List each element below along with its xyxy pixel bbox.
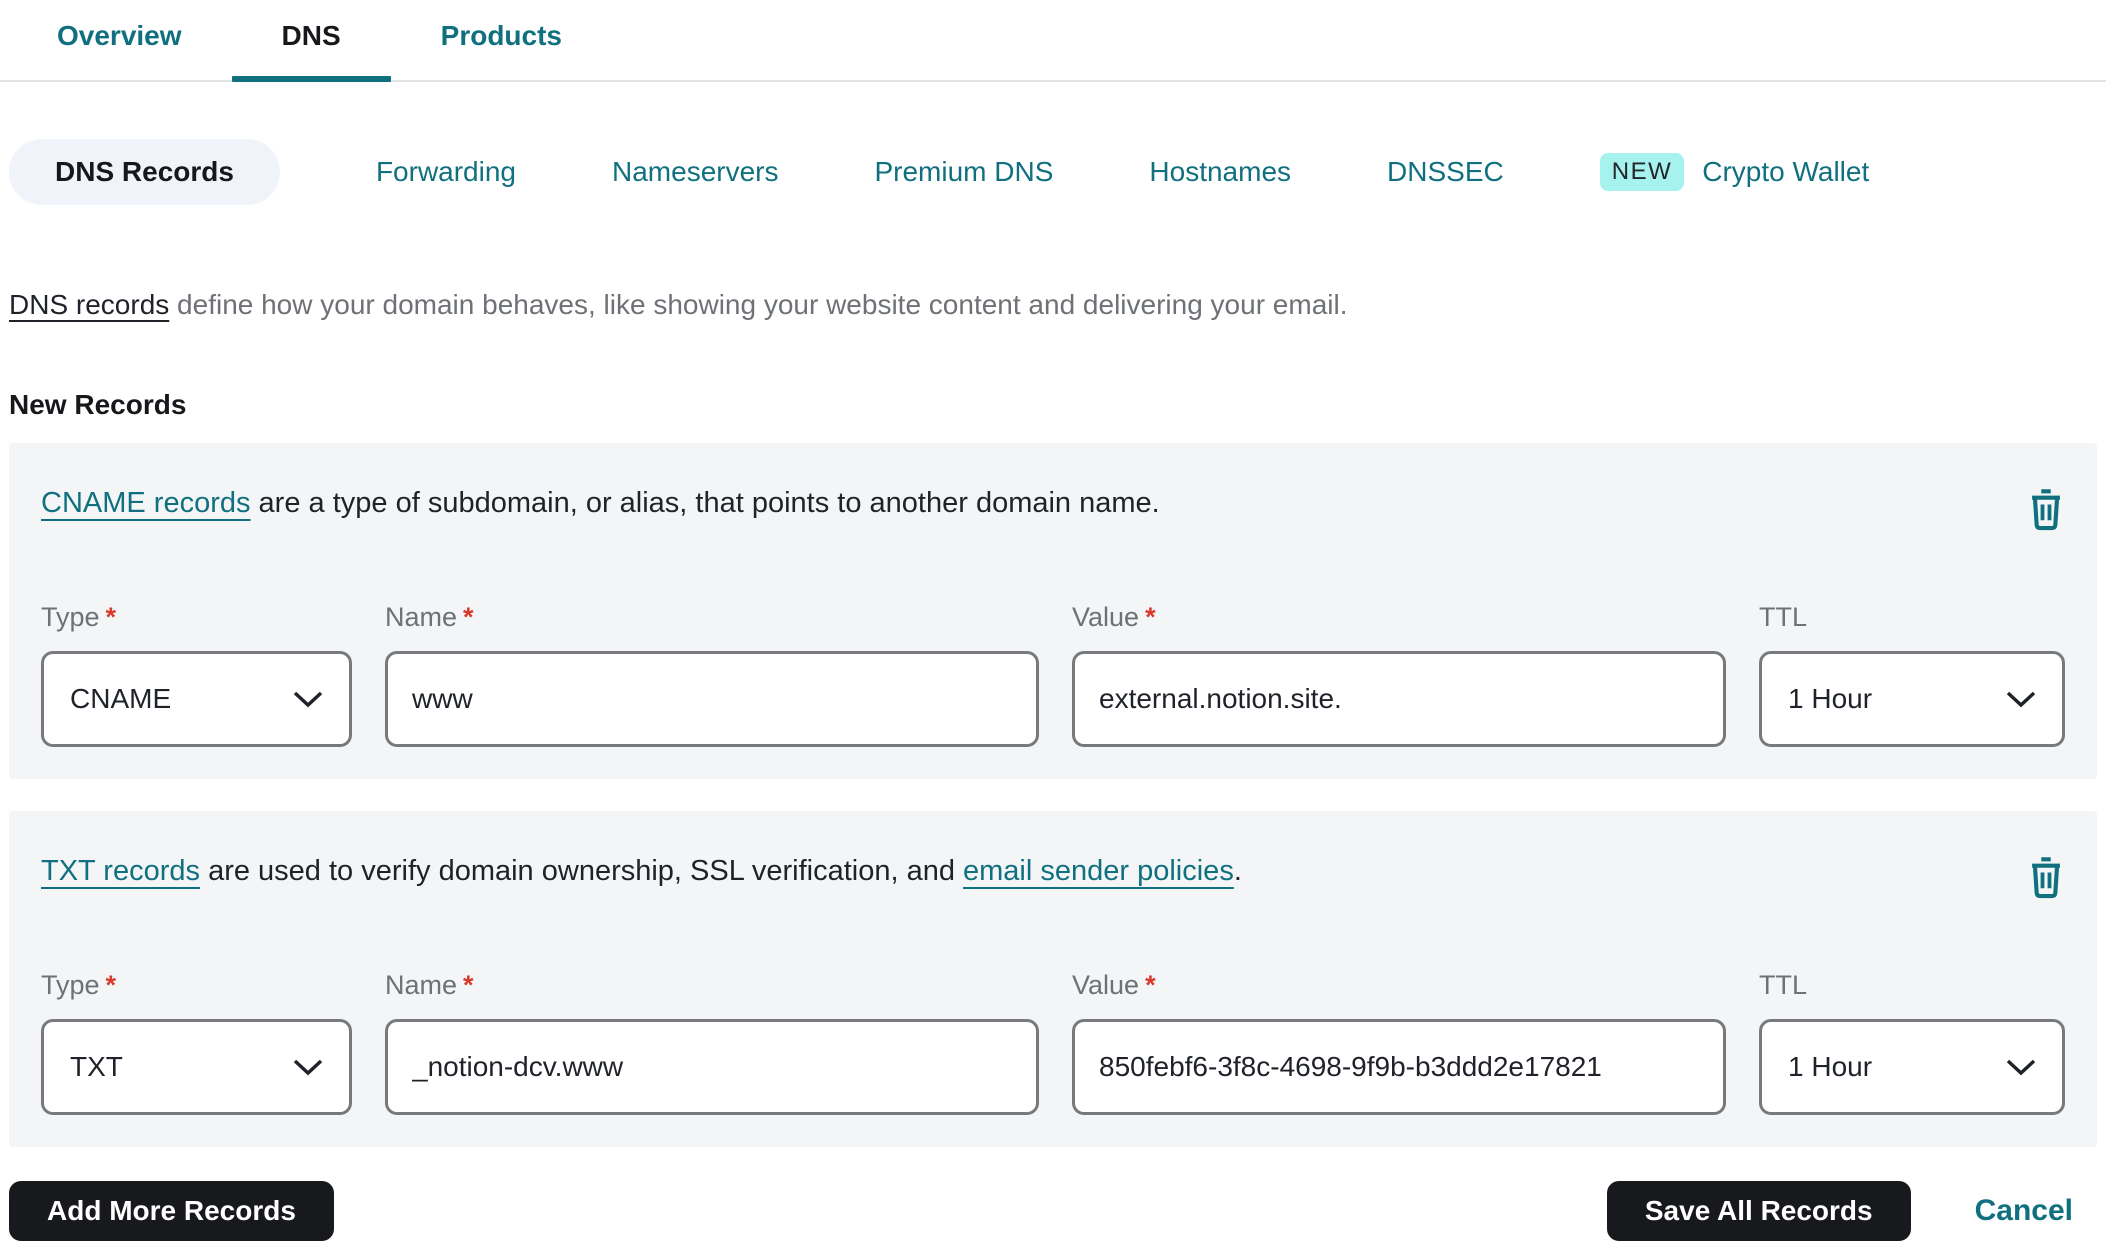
required-asterisk: * xyxy=(1145,602,1156,632)
delete-cname-record-button[interactable] xyxy=(2027,487,2065,536)
chevron-down-icon xyxy=(2006,691,2036,707)
txt-desc-text: are used to verify domain ownership, SSL… xyxy=(200,855,964,887)
cname-ttl-select[interactable]: 1 Hour xyxy=(1759,651,2065,747)
trash-icon xyxy=(2032,489,2060,531)
delete-txt-record-button[interactable] xyxy=(2027,855,2065,904)
chevron-down-icon xyxy=(293,691,323,707)
dns-records-link[interactable]: DNS records xyxy=(9,289,169,320)
required-asterisk: * xyxy=(105,602,117,632)
subtab-dns-records[interactable]: DNS Records xyxy=(9,139,280,205)
dns-intro: DNS records define how your domain behav… xyxy=(9,289,2106,321)
txt-ttl-select[interactable]: 1 Hour xyxy=(1759,1019,2065,1115)
ttl-label: TTL xyxy=(1759,602,1808,632)
required-asterisk: * xyxy=(105,970,117,1000)
save-all-records-button[interactable]: Save All Records xyxy=(1606,1181,1911,1241)
type-label: Type * xyxy=(41,970,117,1000)
value-label: Value * xyxy=(1072,970,1156,1000)
subtab-dnssec[interactable]: DNSSEC xyxy=(1387,156,1504,188)
type-label: Type * xyxy=(41,602,117,632)
txt-ttl-value: 1 Hour xyxy=(1788,1051,1873,1082)
tab-overview[interactable]: Overview xyxy=(7,22,232,80)
txt-records-link[interactable]: TXT records xyxy=(41,855,200,887)
tab-dns[interactable]: DNS xyxy=(231,22,391,82)
cancel-button[interactable]: Cancel xyxy=(1975,1194,2073,1228)
required-asterisk: * xyxy=(463,970,474,1000)
subtab-hostnames[interactable]: Hostnames xyxy=(1149,156,1291,188)
name-label: Name * xyxy=(385,970,474,1000)
required-asterisk: * xyxy=(463,602,474,632)
required-asterisk: * xyxy=(1145,970,1156,1000)
cname-ttl-value: 1 Hour xyxy=(1788,683,1873,714)
new-badge: NEW xyxy=(1599,153,1685,191)
new-records-heading: New Records xyxy=(9,389,187,420)
chevron-down-icon xyxy=(293,1059,323,1075)
footer-actions: Add More Records Save All Records Cancel xyxy=(9,1181,2073,1241)
tab-products[interactable]: Products xyxy=(391,22,612,80)
cname-value-input[interactable] xyxy=(1072,651,1726,747)
ttl-label: TTL xyxy=(1759,970,1808,1000)
subtab-crypto-wallet[interactable]: NEW Crypto Wallet xyxy=(1599,153,1870,191)
txt-type-value: TXT xyxy=(70,1051,123,1082)
txt-desc-tail: . xyxy=(1233,855,1242,887)
name-label: Name * xyxy=(385,602,474,632)
domain-tabbar: Overview DNS Products xyxy=(0,0,2106,82)
dns-subtabs: DNS Records Forwarding Nameservers Premi… xyxy=(9,139,2106,205)
subtab-forwarding[interactable]: Forwarding xyxy=(376,156,516,188)
txt-name-input[interactable] xyxy=(385,1019,1039,1115)
cname-desc-text: are a type of subdomain, or alias, that … xyxy=(250,487,1160,519)
subtab-premium-dns[interactable]: Premium DNS xyxy=(874,156,1053,188)
cname-type-select[interactable]: CNAME xyxy=(41,651,352,747)
cname-name-input[interactable] xyxy=(385,651,1039,747)
add-more-records-button[interactable]: Add More Records xyxy=(9,1181,334,1241)
txt-card-description: TXT records are used to verify domain ow… xyxy=(41,853,1242,891)
chevron-down-icon xyxy=(2006,1059,2036,1075)
txt-type-select[interactable]: TXT xyxy=(41,1019,352,1115)
txt-record-card: TXT records are used to verify domain ow… xyxy=(9,811,2097,1147)
cname-card-description: CNAME records are a type of subdomain, o… xyxy=(41,485,1160,523)
txt-value-input[interactable] xyxy=(1072,1019,1726,1115)
cname-type-value: CNAME xyxy=(70,683,172,714)
subtab-nameservers[interactable]: Nameservers xyxy=(612,156,778,188)
trash-icon xyxy=(2032,857,2060,899)
cname-record-card: CNAME records are a type of subdomain, o… xyxy=(9,443,2097,779)
email-sender-policies-link[interactable]: email sender policies xyxy=(963,855,1234,887)
value-label: Value * xyxy=(1072,602,1156,632)
cname-records-link[interactable]: CNAME records xyxy=(41,487,251,519)
dns-intro-text: define how your domain behaves, like sho… xyxy=(169,289,1348,320)
subtab-crypto-wallet-label: Crypto Wallet xyxy=(1702,156,1870,187)
